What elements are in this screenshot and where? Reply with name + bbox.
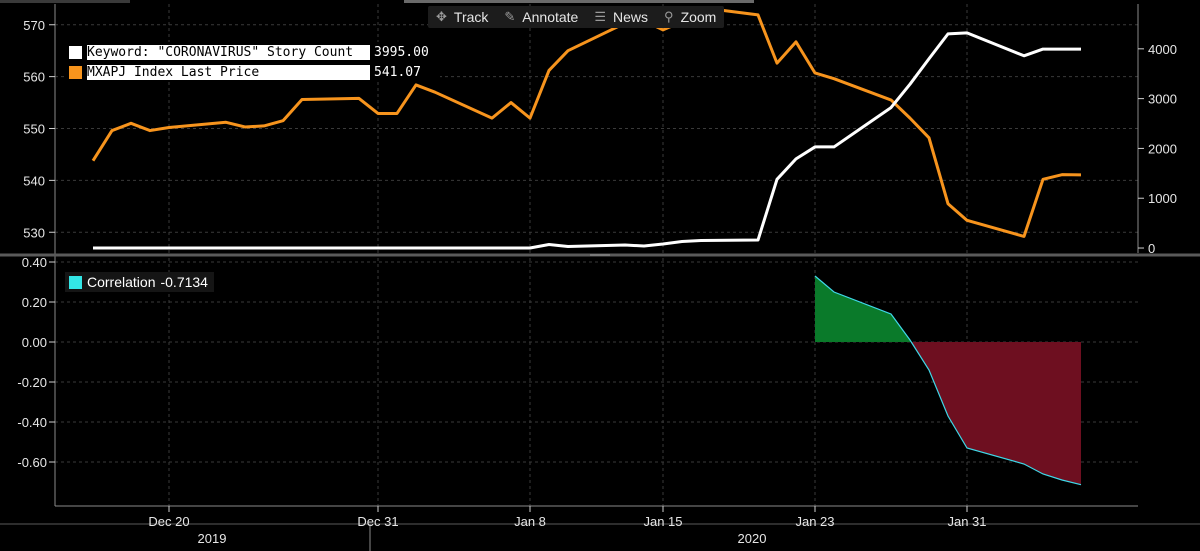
bottom-left-tick-label: 0.40 xyxy=(22,255,47,270)
left-tick-label: 570 xyxy=(23,18,45,33)
top-edge-bar-mid xyxy=(404,0,754,3)
annotate-button[interactable]: ✎ Annotate xyxy=(496,6,586,28)
x-tick-label: Jan 8 xyxy=(514,514,546,529)
year-label: 2019 xyxy=(198,531,227,546)
correlation-area xyxy=(814,275,1082,486)
legend-swatch-correlation xyxy=(69,275,82,289)
legend-label-index-price: MXAPJ Index Last Price xyxy=(87,64,370,80)
right-tick-label: 4000 xyxy=(1148,42,1177,57)
legend-label-correlation: Correlation xyxy=(87,274,156,290)
zoom-button[interactable]: ⚲ Zoom xyxy=(656,6,724,28)
legend-value-index-price: 541.07 xyxy=(374,64,421,80)
bottom-left-tick-label: -0.40 xyxy=(17,415,47,430)
chart-toolbar: ✥ Track ✎ Annotate ☰ News ⚲ Zoom xyxy=(428,6,725,28)
legend-value-story-count: 3995.00 xyxy=(374,44,429,60)
annotate-label: Annotate xyxy=(522,9,579,25)
left-tick-label: 560 xyxy=(23,70,45,85)
zoom-label: Zoom xyxy=(680,9,717,25)
negative-correlation-fill xyxy=(911,342,1081,485)
right-tick-label: 3000 xyxy=(1148,92,1177,107)
date-axis: Dec 20 Dec 31 Jan 8 Jan 15 Jan 23 Jan 31 2019 2… xyxy=(148,506,987,546)
left-axis-bottom: 0.40 0.20 0.00 -0.20 -0.40 -0.60 xyxy=(17,255,55,470)
right-axis-top: 4000 3000 2000 1000 0 xyxy=(1138,42,1177,256)
track-button[interactable]: ✥ Track xyxy=(428,6,496,28)
crosshair-icon: ✥ xyxy=(436,9,447,24)
legend-value-correlation: -0.7134 xyxy=(160,274,208,290)
bottom-left-tick-label: -0.60 xyxy=(17,455,47,470)
legend-row-story-count[interactable]: Keyword: "CORONAVIRUS" Story Count 3995.… xyxy=(65,42,440,62)
year-label: 2020 xyxy=(738,531,767,546)
news-button[interactable]: ☰ News xyxy=(586,6,656,28)
left-tick-label: 530 xyxy=(23,225,45,240)
right-tick-label: 1000 xyxy=(1148,191,1177,206)
right-tick-label: 2000 xyxy=(1148,141,1177,156)
x-tick-label: Dec 31 xyxy=(357,514,398,529)
pencil-icon: ✎ xyxy=(504,9,516,24)
track-label: Track xyxy=(453,9,489,25)
legend-swatch-index-price xyxy=(69,65,82,79)
x-tick-label: Jan 15 xyxy=(643,514,682,529)
left-tick-label: 540 xyxy=(23,173,45,188)
x-tick-label: Dec 20 xyxy=(148,514,189,529)
right-tick-label: 0 xyxy=(1148,241,1155,256)
bottom-left-tick-label: 0.00 xyxy=(22,335,47,350)
positive-correlation-fill xyxy=(815,276,912,342)
magnifier-icon: ⚲ xyxy=(664,9,674,24)
left-axis-top: 570 560 550 540 530 xyxy=(23,18,55,240)
legend-row-index-price[interactable]: MXAPJ Index Last Price 541.07 xyxy=(65,62,440,82)
bottom-legend: Correlation -0.7134 xyxy=(65,272,214,292)
news-label: News xyxy=(613,9,649,25)
news-icon: ☰ xyxy=(594,9,607,24)
bottom-left-tick-label: 0.20 xyxy=(22,295,47,310)
left-tick-label: 550 xyxy=(23,122,45,137)
legend-row-correlation[interactable]: Correlation -0.7134 xyxy=(65,272,208,292)
top-legend: Keyword: "CORONAVIRUS" Story Count 3995.… xyxy=(65,42,440,82)
top-edge-bar xyxy=(0,0,130,3)
legend-label-story-count: Keyword: "CORONAVIRUS" Story Count xyxy=(87,44,370,60)
legend-swatch-story-count xyxy=(69,45,82,59)
x-tick-label: Jan 31 xyxy=(947,514,986,529)
bottom-left-tick-label: -0.20 xyxy=(17,375,47,390)
x-tick-label: Jan 23 xyxy=(795,514,834,529)
